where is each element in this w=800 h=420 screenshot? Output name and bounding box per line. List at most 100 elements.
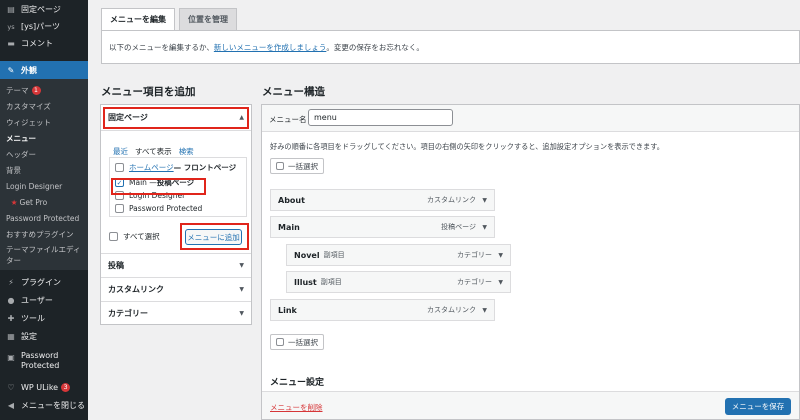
add-menu-items-heading: メニュー項目を追加 xyxy=(101,86,196,98)
sidebar-item-label: プラグイン xyxy=(21,277,61,287)
menu-name-input[interactable]: menu xyxy=(308,109,453,126)
expand-arrow-icon[interactable]: ▼ xyxy=(498,252,503,259)
menu-item-title: About xyxy=(278,195,305,205)
menu-item-main[interactable]: Main 投稿ページ ▼ xyxy=(270,216,495,238)
posts-section-header[interactable]: 投稿 ▼ xyxy=(101,253,251,277)
menu-item-title: Link xyxy=(278,305,297,315)
checkbox[interactable] xyxy=(115,204,124,213)
submenu-menus[interactable]: メニュー xyxy=(0,130,88,146)
sidebar-item-label: コメント xyxy=(21,39,53,48)
sidebar-item-comments[interactable]: ▬ コメント xyxy=(0,35,88,52)
categories-section-header[interactable]: カテゴリー ▼ xyxy=(101,301,251,325)
collapse-icon: ◀ xyxy=(7,400,15,410)
menu-item-about[interactable]: About カスタムリンク ▼ xyxy=(270,189,495,211)
highlight-box xyxy=(180,223,249,250)
menu-item-title: Main xyxy=(278,222,300,232)
select-all-pages[interactable]: すべて選択 xyxy=(109,231,160,242)
sidebar-item-users[interactable]: ● ユーザー xyxy=(0,291,88,309)
submenu-label: テーマ xyxy=(6,85,29,95)
sidebar-item-label: Password xyxy=(21,351,59,360)
delete-menu-link[interactable]: メニューを削除 xyxy=(270,402,323,413)
ys-icon: ys xyxy=(7,22,15,31)
appearance-submenu: テーマ 1 カスタマイズ ウィジェット メニュー ヘッダー 背景 Login De… xyxy=(0,79,88,270)
comment-icon: ▬ xyxy=(7,39,15,48)
submenu-recommended-plugins[interactable]: おすすめプラグイン xyxy=(0,226,88,242)
submenu-widgets[interactable]: ウィジェット xyxy=(0,114,88,130)
submenu-label: ター xyxy=(6,256,21,265)
submenu-theme-file-editor[interactable]: テーマファイルエディ ター xyxy=(0,242,88,266)
menu-item-illust[interactable]: Illust 副項目 カテゴリー ▼ xyxy=(286,271,511,293)
menu-item-novel[interactable]: Novel 副項目 カテゴリー ▼ xyxy=(286,244,511,266)
highlight-box xyxy=(103,107,249,129)
menu-item-type: カスタムリンク xyxy=(427,306,476,314)
sidebar-item-plugins[interactable]: ⚡ プラグイン xyxy=(0,273,88,291)
bulk-select-button-bottom[interactable]: 一括選択 xyxy=(270,334,324,350)
expand-arrow-icon[interactable]: ▼ xyxy=(482,197,487,204)
sidebar-item-label: 外観 xyxy=(21,65,37,75)
plugin-icon: ⚡ xyxy=(8,277,14,287)
tab-manage-locations[interactable]: 位置を管理 xyxy=(179,8,237,30)
save-menu-button[interactable]: メニューを保存 xyxy=(725,398,791,415)
bulk-select-button[interactable]: 一括選択 xyxy=(270,158,324,174)
submenu-background[interactable]: 背景 xyxy=(0,162,88,178)
section-title: カテゴリー xyxy=(108,309,148,318)
subtab-search[interactable]: 検索 xyxy=(179,146,194,157)
section-title: カスタムリンク xyxy=(108,285,164,294)
page-option-password-protected[interactable]: Password Protected xyxy=(110,202,246,215)
expand-arrow-icon[interactable]: ▼ xyxy=(498,279,503,286)
submenu-themes[interactable]: テーマ 1 xyxy=(0,82,88,98)
brush-icon: ✎ xyxy=(7,65,15,75)
tab-edit-menus[interactable]: メニューを編集 xyxy=(101,8,175,30)
submenu-password-protected[interactable]: Password Protected xyxy=(0,210,88,226)
menu-item-link[interactable]: Link カスタムリンク ▼ xyxy=(270,299,495,321)
page-link[interactable]: ホームページ xyxy=(129,162,174,173)
expand-arrow-icon[interactable]: ▼ xyxy=(482,307,487,314)
notice-text: 。変更の保存をお忘れなく。 xyxy=(326,42,424,52)
button-label: 一括選択 xyxy=(288,337,318,347)
page-option-home[interactable]: ホームページ — フロントページ xyxy=(110,161,246,174)
user-icon: ● xyxy=(7,295,15,305)
sidebar-item-label: メニューを閉じる xyxy=(21,400,85,410)
update-badge: 1 xyxy=(31,85,41,95)
custom-links-section-header[interactable]: カスタムリンク ▼ xyxy=(101,277,251,301)
submenu-get-pro[interactable]: ★ Get Pro xyxy=(0,194,88,210)
checkbox[interactable] xyxy=(115,163,124,172)
nav-tabs: メニューを編集 位置を管理 xyxy=(101,8,241,30)
checkbox[interactable] xyxy=(109,232,118,241)
collapse-menu-button[interactable]: ◀ メニューを閉じる xyxy=(0,396,88,414)
sidebar-item-wp-ulike[interactable]: ♡ WP ULike 3 xyxy=(0,378,88,396)
subtab-recent[interactable]: 最近 xyxy=(113,146,128,157)
create-new-menu-link[interactable]: 新しいメニューを作成しましょう xyxy=(214,42,327,53)
sidebar-item-pages[interactable]: ▤ 固定ページ xyxy=(0,1,88,18)
expand-arrow-icon[interactable]: ▼ xyxy=(482,224,487,231)
sidebar-item-label: Protected xyxy=(21,361,60,370)
pages-subtabs: 最近 すべて表示 検索 xyxy=(113,146,201,157)
sidebar-item-appearance[interactable]: ✎ 外観 xyxy=(0,61,88,79)
menu-item-type: カテゴリー xyxy=(457,278,492,286)
submenu-customize[interactable]: カスタマイズ xyxy=(0,98,88,114)
menu-item-type: カスタムリンク xyxy=(427,196,476,204)
checkbox xyxy=(276,338,284,346)
sidebar-item-label: WP ULike xyxy=(21,382,59,392)
sidebar-item-label: ユーザー xyxy=(21,295,53,305)
subtab-view-all[interactable]: すべて表示 xyxy=(135,146,172,157)
checkbox xyxy=(276,162,284,170)
caret-down-icon: ▼ xyxy=(239,262,244,269)
caret-down-icon: ▼ xyxy=(239,286,244,293)
menu-item-title: Novel xyxy=(294,250,320,260)
section-title: 投稿 xyxy=(108,261,124,270)
sidebar-item-tools[interactable]: ✚ ツール xyxy=(0,309,88,327)
submenu-header[interactable]: ヘッダー xyxy=(0,146,88,162)
select-all-label: すべて選択 xyxy=(123,232,160,241)
settings-icon: ▦ xyxy=(7,331,15,341)
sidebar-item-ys-parts[interactable]: ys [ys]パーツ xyxy=(0,18,88,35)
menu-item-type: カテゴリー xyxy=(457,251,492,259)
sidebar-item-settings[interactable]: ▦ 設定 xyxy=(0,327,88,345)
menu-structure-heading: メニュー構造 xyxy=(262,86,325,98)
sidebar-item-password-protected[interactable]: ▣ Password Protected xyxy=(0,351,88,375)
submenu-label: Get Pro xyxy=(19,197,48,207)
menu-structure-panel: メニュー名 menu 好みの順番に各項目をドラッグしてください。項目の右側の矢印… xyxy=(261,104,800,420)
submenu-login-designer[interactable]: Login Designer xyxy=(0,178,88,194)
sub-item-label: 副項目 xyxy=(323,251,345,259)
page-name: Password Protected xyxy=(129,204,203,213)
